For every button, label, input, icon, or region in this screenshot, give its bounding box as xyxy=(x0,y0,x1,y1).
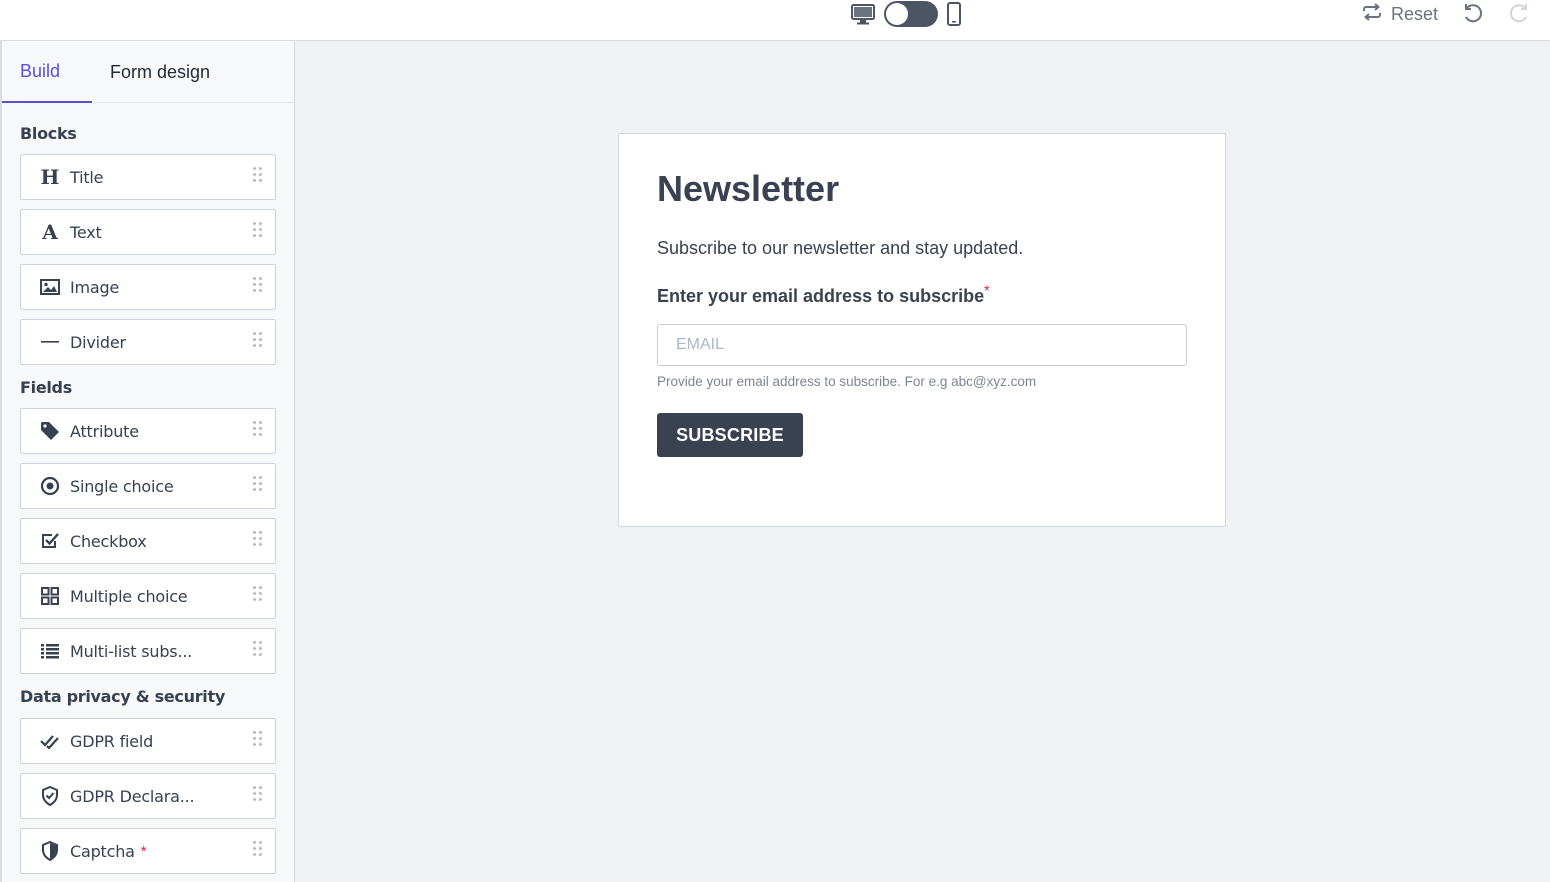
device-view-toggle xyxy=(850,0,962,28)
drag-handle-icon[interactable] xyxy=(253,786,262,801)
form-description[interactable]: Subscribe to our newsletter and stay upd… xyxy=(657,238,1023,259)
section-title-data-privacy: Data privacy & security xyxy=(20,686,225,706)
fields-list: Attribute Single choice Checkbox Multipl… xyxy=(2,408,294,674)
top-bar: Reset xyxy=(0,0,1550,41)
block-item-label: Attribute xyxy=(70,421,139,441)
sidebar-tabs: Build Form design xyxy=(2,41,294,103)
section-title-fields: Fields xyxy=(20,377,72,397)
drag-handle-icon[interactable] xyxy=(253,476,262,491)
divider-icon xyxy=(40,332,60,352)
tab-build[interactable]: Build xyxy=(2,41,92,103)
heading-icon: H xyxy=(40,165,60,189)
block-item-label: Checkbox xyxy=(70,531,147,551)
mobile-phone-icon[interactable] xyxy=(946,2,962,26)
block-item-label: Multiple choice xyxy=(70,586,188,606)
required-asterisk: * xyxy=(140,842,147,860)
subscribe-button[interactable]: SUBSCRIBE xyxy=(657,413,803,457)
undo-icon[interactable] xyxy=(1462,3,1484,25)
block-item-label: Multi-list subs... xyxy=(70,641,193,661)
form-title[interactable]: Newsletter xyxy=(657,168,839,210)
block-item-gdpr-field[interactable]: GDPR field xyxy=(20,718,276,764)
form-preview-card: Newsletter Subscribe to our newsletter a… xyxy=(618,133,1226,527)
block-item-divider[interactable]: Divider xyxy=(20,319,276,365)
block-item-title[interactable]: H Title xyxy=(20,154,276,200)
view-switch[interactable] xyxy=(884,1,938,27)
block-item-gdpr-declaration[interactable]: GDPR Declara... xyxy=(20,773,276,819)
image-icon xyxy=(40,277,60,297)
double-check-icon xyxy=(40,731,60,751)
builder-sidebar: Build Form design Blocks H Title A Text xyxy=(0,41,295,882)
grid-icon xyxy=(40,586,60,606)
desktop-monitor-icon[interactable] xyxy=(850,3,876,25)
email-help-text: Provide your email address to subscribe.… xyxy=(657,374,1037,389)
email-field-label: Enter your email address to subscribe* xyxy=(657,282,990,307)
drag-handle-icon[interactable] xyxy=(253,586,262,601)
block-item-single-choice[interactable]: Single choice xyxy=(20,463,276,509)
email-field[interactable] xyxy=(657,324,1187,366)
block-item-image[interactable]: Image xyxy=(20,264,276,310)
drag-handle-icon[interactable] xyxy=(253,277,262,292)
block-item-label: Single choice xyxy=(70,476,174,496)
reset-button[interactable]: Reset xyxy=(1361,2,1438,26)
drag-handle-icon[interactable] xyxy=(253,641,262,656)
text-icon: A xyxy=(42,220,58,244)
block-item-checkbox[interactable]: Checkbox xyxy=(20,518,276,564)
privacy-list: GDPR field GDPR Declara... Captcha * xyxy=(2,718,294,874)
block-item-label: GDPR field xyxy=(70,731,154,751)
section-title-blocks: Blocks xyxy=(20,123,77,143)
blocks-list: H Title A Text Image Divider xyxy=(2,154,294,365)
tab-form-design[interactable]: Form design xyxy=(92,41,228,103)
drag-handle-icon[interactable] xyxy=(253,421,262,436)
block-item-label: Captcha xyxy=(70,841,135,861)
repeat-arrows-icon xyxy=(1361,2,1383,26)
required-asterisk: * xyxy=(984,282,990,298)
checkbox-icon xyxy=(40,531,60,551)
radio-icon xyxy=(40,476,60,496)
block-item-label: Title xyxy=(70,167,104,187)
block-item-text[interactable]: A Text xyxy=(20,209,276,255)
block-item-multi-list-subscription[interactable]: Multi-list subs... xyxy=(20,628,276,674)
shield-icon xyxy=(40,841,60,861)
email-label-text: Enter your email address to subscribe xyxy=(657,286,985,306)
block-item-label: Image xyxy=(70,277,120,297)
switch-knob xyxy=(886,3,908,25)
top-actions: Reset xyxy=(1361,0,1530,28)
redo-icon[interactable] xyxy=(1508,3,1530,25)
list-icon xyxy=(40,641,60,661)
drag-handle-icon[interactable] xyxy=(253,841,262,856)
block-item-multiple-choice[interactable]: Multiple choice xyxy=(20,573,276,619)
block-item-label: Divider xyxy=(70,332,126,352)
block-item-attribute[interactable]: Attribute xyxy=(20,408,276,454)
drag-handle-icon[interactable] xyxy=(253,731,262,746)
shield-check-icon xyxy=(40,786,60,806)
block-item-label: Text xyxy=(70,222,102,242)
drag-handle-icon[interactable] xyxy=(253,167,262,182)
reset-label: Reset xyxy=(1390,3,1438,24)
drag-handle-icon[interactable] xyxy=(253,222,262,237)
drag-handle-icon[interactable] xyxy=(253,531,262,546)
block-item-label: GDPR Declara... xyxy=(70,786,195,806)
drag-handle-icon[interactable] xyxy=(253,332,262,347)
block-item-captcha[interactable]: Captcha * xyxy=(20,828,276,874)
tag-icon xyxy=(40,421,60,441)
